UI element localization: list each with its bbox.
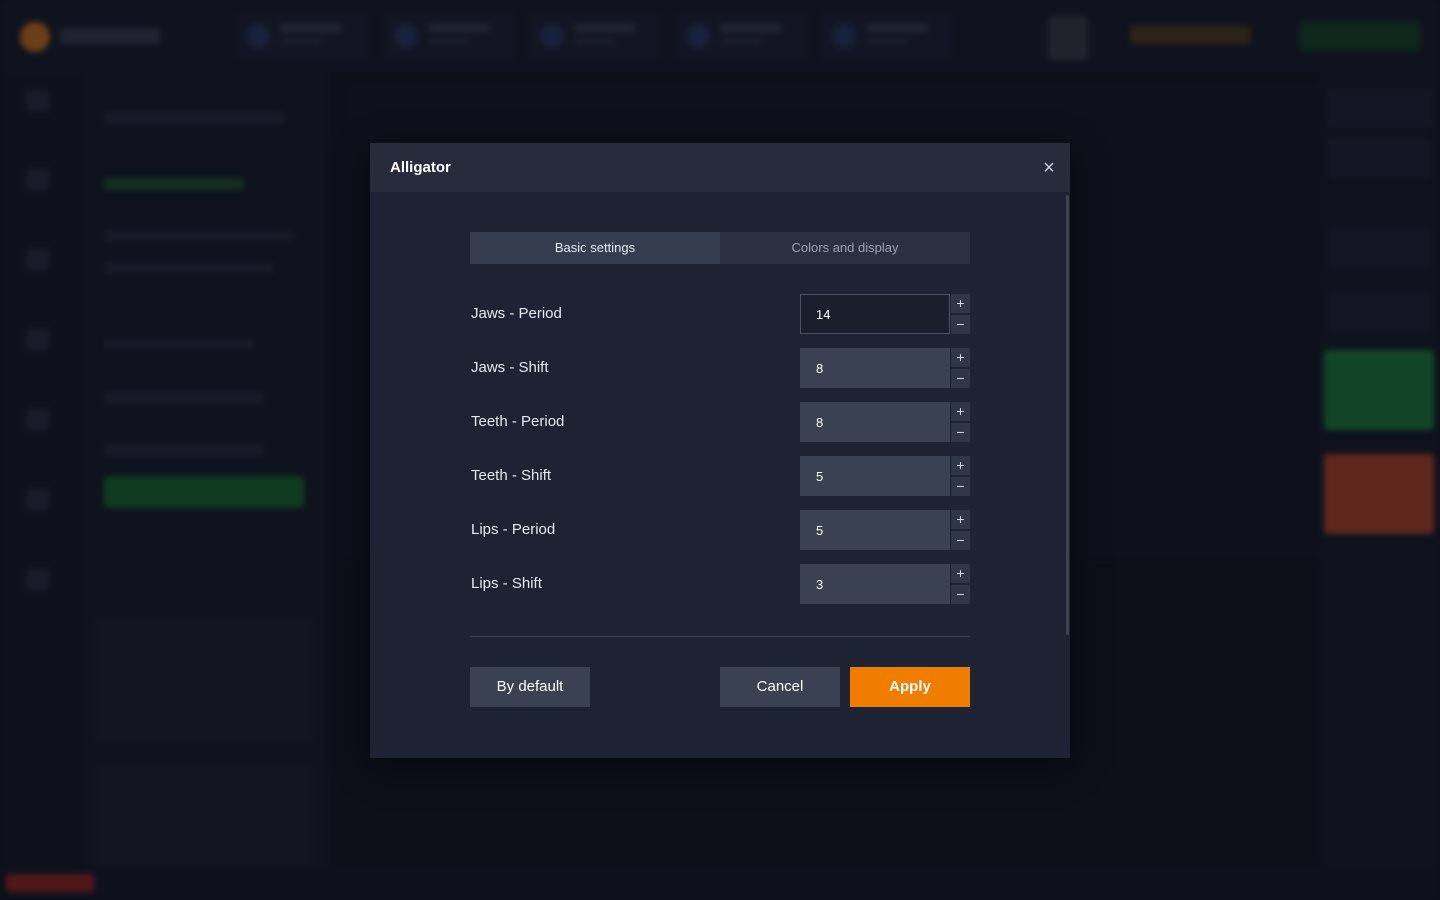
lips-shift-row: Lips - Shift + −: [470, 564, 970, 604]
teeth-period-input[interactable]: [800, 402, 950, 442]
decrement-button[interactable]: −: [951, 477, 970, 496]
jaws-period-row: Jaws - Period + −: [470, 294, 970, 334]
increment-button[interactable]: +: [951, 348, 970, 367]
field-label: Jaws - Period: [471, 305, 562, 322]
teeth-period-row: Teeth - Period + −: [470, 402, 970, 442]
jaws-period-input[interactable]: [800, 294, 950, 334]
field-label: Lips - Period: [471, 521, 556, 538]
tab-colors-and-display[interactable]: Colors and display: [720, 232, 970, 264]
jaws-shift-row: Jaws - Shift + −: [470, 348, 970, 388]
decrement-button[interactable]: −: [951, 423, 970, 442]
cancel-button[interactable]: Cancel: [720, 667, 840, 707]
teeth-shift-stepper: + −: [951, 456, 970, 496]
lips-period-input[interactable]: [800, 510, 950, 550]
field-label: Lips - Shift: [471, 575, 542, 592]
dialog-header: Alligator ×: [370, 143, 1070, 192]
decrement-button[interactable]: −: [951, 315, 970, 334]
increment-button[interactable]: +: [951, 294, 970, 313]
settings-tabs: Basic settings Colors and display: [470, 232, 970, 264]
lips-period-row: Lips - Period + −: [470, 510, 970, 550]
increment-button[interactable]: +: [951, 510, 970, 529]
decrement-button[interactable]: −: [951, 585, 970, 604]
increment-button[interactable]: +: [951, 564, 970, 583]
lips-shift-stepper: + −: [951, 564, 970, 604]
alligator-settings-dialog: Alligator × Basic settings Colors and di…: [370, 143, 1070, 758]
dialog-title: Alligator: [390, 159, 451, 176]
jaws-shift-stepper: + −: [951, 348, 970, 388]
lips-period-stepper: + −: [951, 510, 970, 550]
tab-basic-settings[interactable]: Basic settings: [470, 232, 720, 264]
by-default-button[interactable]: By default: [470, 667, 590, 707]
teeth-shift-row: Teeth - Shift + −: [470, 456, 970, 496]
apply-button[interactable]: Apply: [850, 667, 970, 707]
decrement-button[interactable]: −: [951, 369, 970, 388]
teeth-shift-input[interactable]: [800, 456, 950, 496]
field-label: Teeth - Period: [471, 413, 565, 430]
jaws-shift-input[interactable]: [800, 348, 950, 388]
increment-button[interactable]: +: [951, 456, 970, 475]
field-label: Teeth - Shift: [471, 467, 552, 484]
divider: [470, 636, 970, 637]
field-label: Jaws - Shift: [471, 359, 549, 376]
jaws-period-stepper: + −: [951, 294, 970, 334]
dialog-scrollbar[interactable]: [1066, 195, 1069, 635]
increment-button[interactable]: +: [951, 402, 970, 421]
close-icon[interactable]: ×: [1038, 157, 1060, 179]
teeth-period-stepper: + −: [951, 402, 970, 442]
decrement-button[interactable]: −: [951, 531, 970, 550]
lips-shift-input[interactable]: [800, 564, 950, 604]
